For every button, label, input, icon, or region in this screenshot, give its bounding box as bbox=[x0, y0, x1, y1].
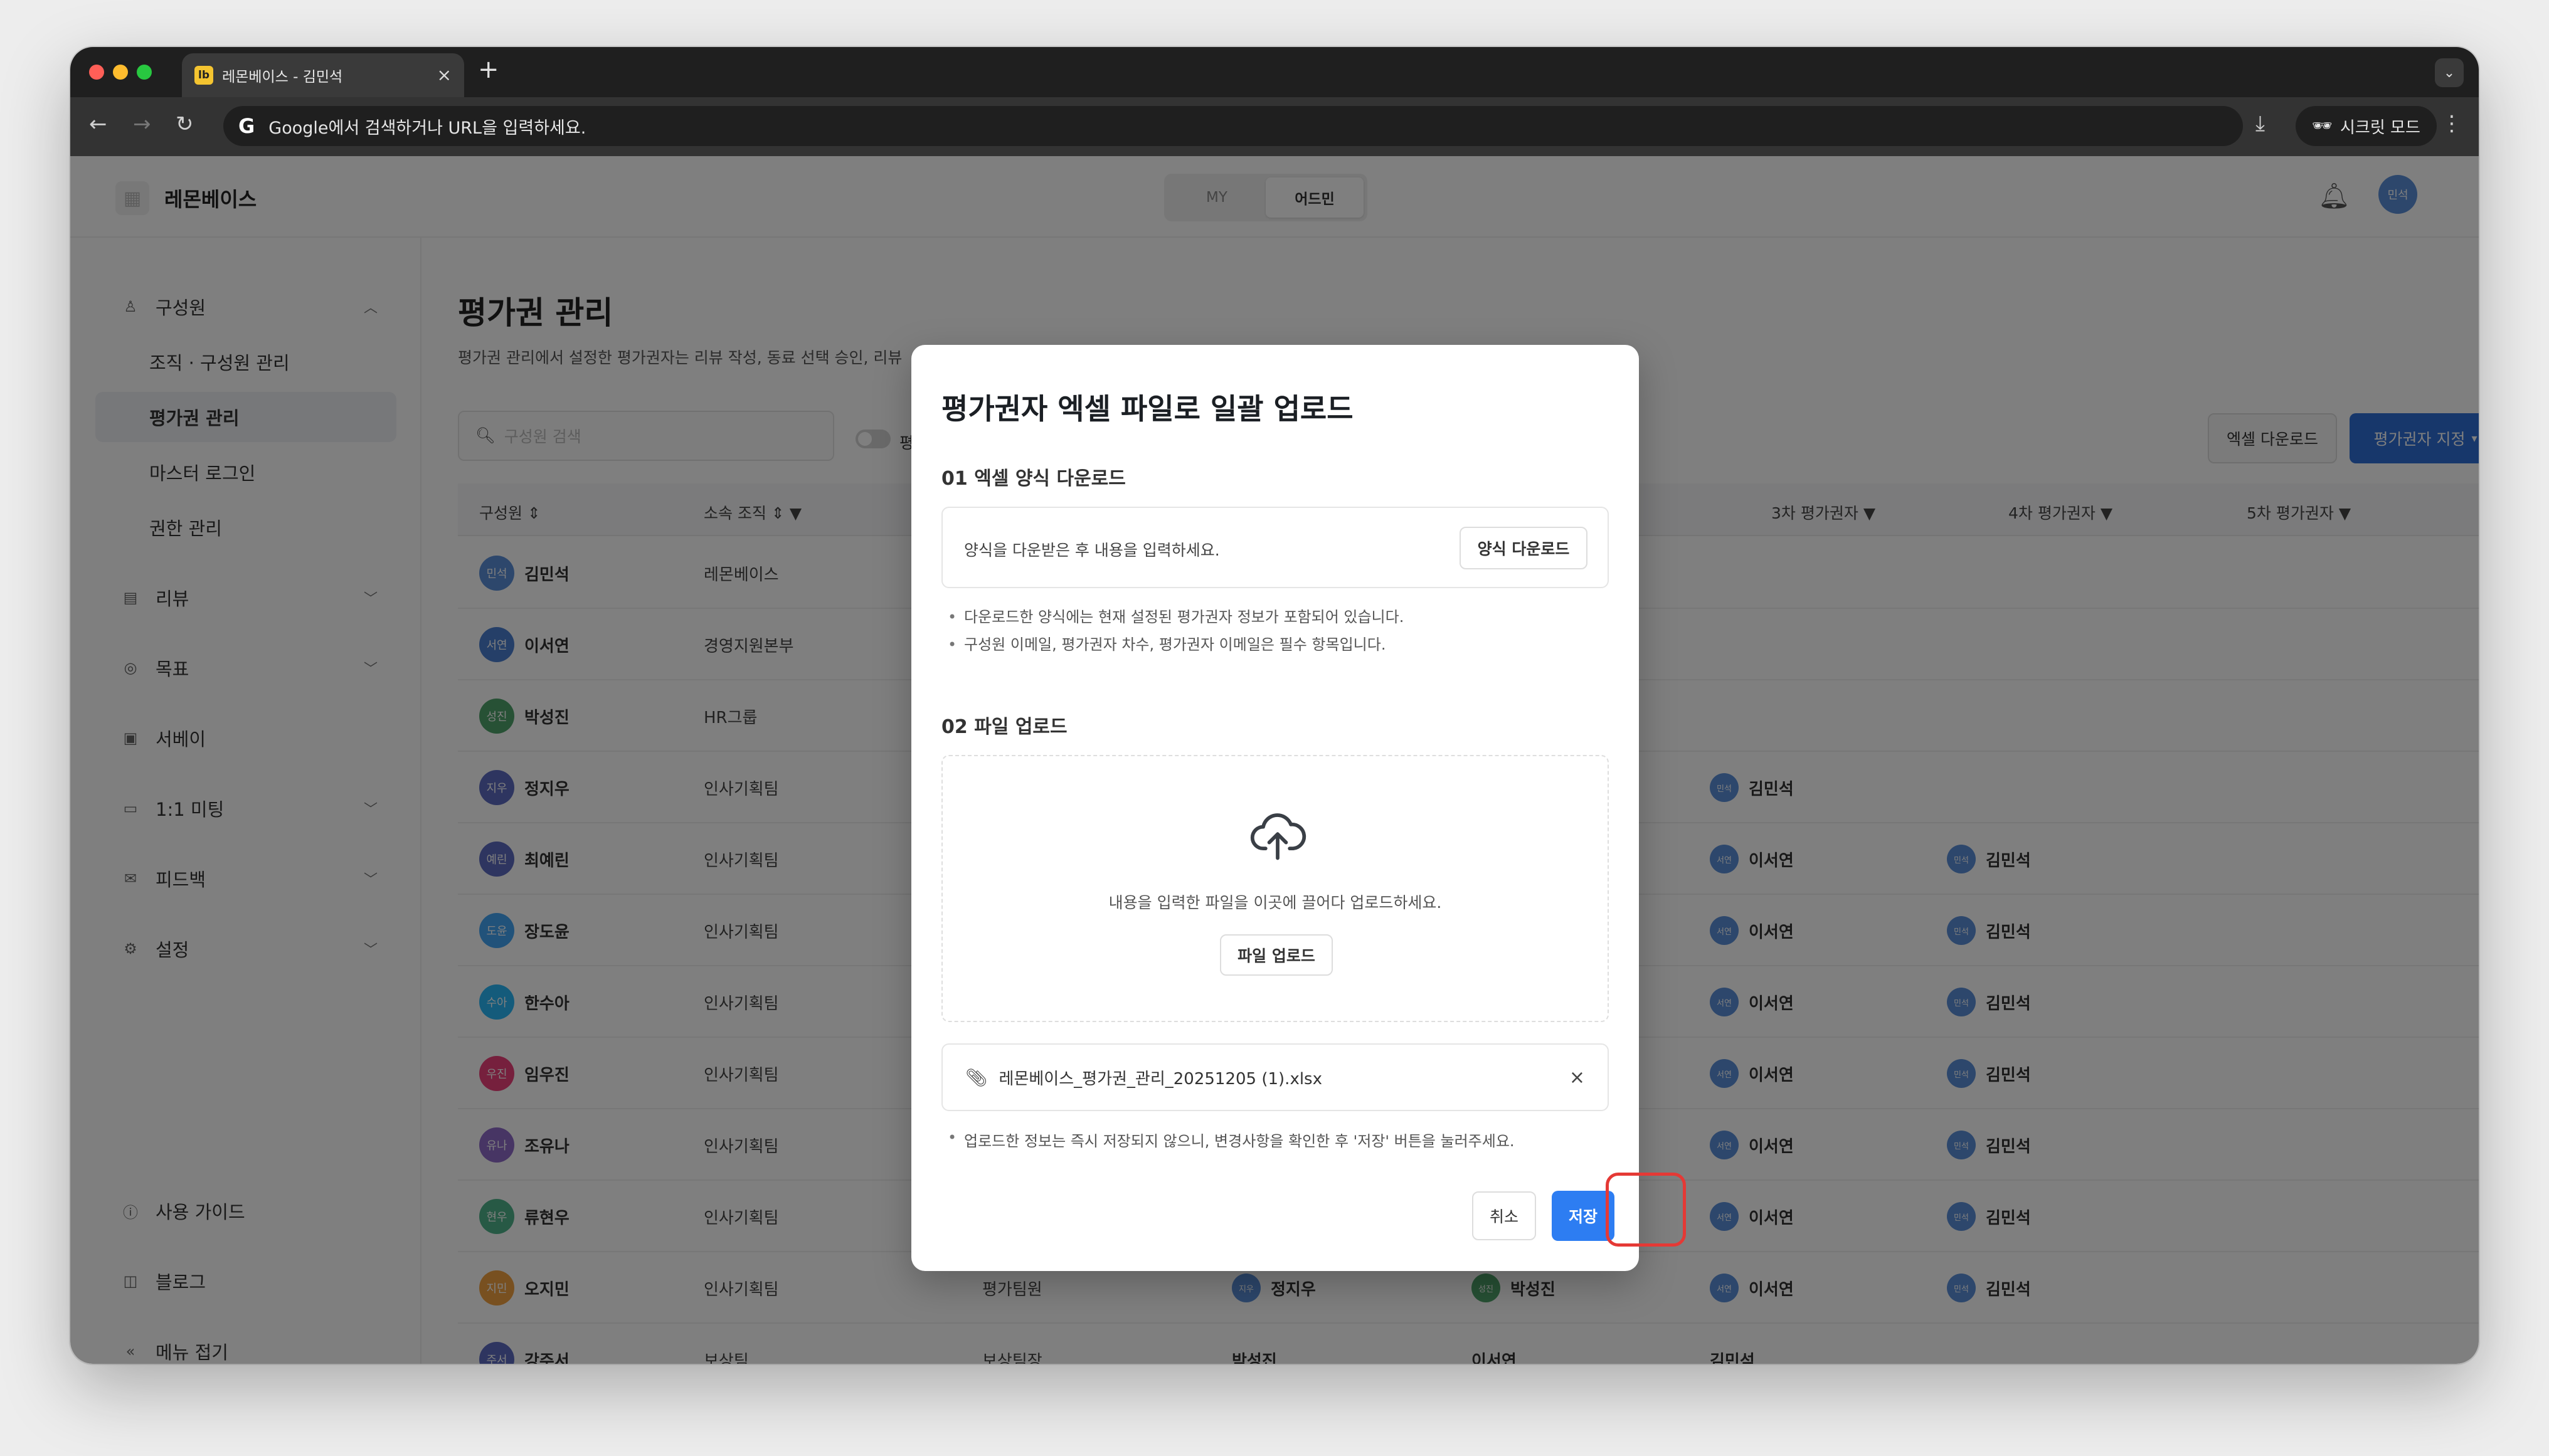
uploaded-file-name: 레몬베이스_평가권_관리_20251205 (1).xlsx bbox=[999, 1069, 1322, 1089]
cancel-button[interactable]: 취소 bbox=[1472, 1191, 1536, 1240]
template-download-box: 양식을 다운받은 후 내용을 입력하세요. 양식 다운로드 bbox=[941, 507, 1609, 588]
close-tab-icon[interactable]: × bbox=[437, 66, 452, 84]
step1-heading: 01 엑셀 양식 다운로드 bbox=[941, 468, 1126, 490]
drop-zone-text: 내용을 입력한 파일을 이곳에 끌어다 업로드하세요. bbox=[1108, 894, 1442, 912]
address-bar-text: Google에서 검색하거나 URL을 입력하세요. bbox=[268, 118, 586, 138]
back-icon[interactable]: ← bbox=[89, 113, 107, 135]
file-upload-button[interactable]: 파일 업로드 bbox=[1220, 934, 1333, 976]
step2-heading: 02 파일 업로드 bbox=[941, 716, 1068, 738]
favicon-icon: lb bbox=[194, 66, 213, 85]
template-note-1: 다운로드한 양식에는 현재 설정된 평가권자 정보가 포함되어 있습니다. bbox=[948, 603, 1404, 631]
browser-tabbar: lb 레몬베이스 - 김민석 × + ⌄ bbox=[70, 47, 2479, 97]
save-button[interactable]: 저장 bbox=[1552, 1191, 1614, 1241]
tab-search-icon[interactable]: ⌄ bbox=[2435, 58, 2464, 87]
window-controls bbox=[89, 65, 152, 80]
file-drop-zone[interactable]: 내용을 입력한 파일을 이곳에 끌어다 업로드하세요. 파일 업로드 bbox=[941, 755, 1609, 1022]
template-instruction: 양식을 다운받은 후 내용을 입력하세요. bbox=[964, 541, 1220, 559]
browser-menu-icon[interactable]: ⋮ bbox=[2441, 111, 2462, 136]
save-notice: 업로드한 정보는 즉시 저장되지 않으니, 변경사항을 확인한 후 '저장' 버… bbox=[948, 1129, 1515, 1151]
template-notes: 다운로드한 양식에는 현재 설정된 평가권자 정보가 포함되어 있습니다. 구성… bbox=[948, 603, 1404, 658]
remove-file-icon[interactable]: × bbox=[1569, 1067, 1585, 1089]
uploaded-file: 📎︎ 레몬베이스_평가권_관리_20251205 (1).xlsx × bbox=[941, 1043, 1609, 1111]
paperclip-icon: 📎︎ bbox=[965, 1067, 988, 1088]
new-tab-icon[interactable]: + bbox=[478, 57, 499, 82]
google-icon: G bbox=[238, 114, 255, 138]
minimize-window-button[interactable] bbox=[113, 65, 128, 80]
upload-modal: 평가권자 엑셀 파일로 일괄 업로드 01 엑셀 양식 다운로드 양식을 다운받… bbox=[911, 345, 1639, 1271]
incognito-icon: 🕶 bbox=[2312, 117, 2333, 135]
browser-window: lb 레몬베이스 - 김민석 × + ⌄ ← → ↻ G Google에서 검색… bbox=[70, 47, 2479, 1364]
template-note-2: 구성원 이메일, 평가권자 차수, 평가권자 이메일은 필수 항목입니다. bbox=[948, 631, 1404, 658]
maximize-window-button[interactable] bbox=[137, 65, 152, 80]
cloud-upload-icon bbox=[1250, 813, 1306, 860]
browser-toolbar: ← → ↻ G Google에서 검색하거나 URL을 입력하세요. ⤓ 🕶 시… bbox=[70, 97, 2479, 156]
tab-title: 레몬베이스 - 김민석 bbox=[222, 69, 343, 85]
save-button-highlight bbox=[1606, 1173, 1686, 1247]
app: ▦ 레몬베이스 MY 어드민 🔔︎ 민석 ♙ 구성원 ︿ 조직 · 구성원 관리… bbox=[70, 156, 2479, 1364]
modal-title: 평가권자 엑셀 파일로 일괄 업로드 bbox=[941, 392, 1354, 426]
address-bar[interactable]: G Google에서 검색하거나 URL을 입력하세요. bbox=[223, 106, 2243, 146]
incognito-button[interactable]: 🕶 시크릿 모드 bbox=[2296, 106, 2437, 146]
forward-icon[interactable]: → bbox=[133, 113, 151, 135]
close-window-button[interactable] bbox=[89, 65, 104, 80]
download-icon[interactable]: ⤓ bbox=[2255, 111, 2265, 136]
incognito-label: 시크릿 모드 bbox=[2340, 118, 2420, 137]
reload-icon[interactable]: ↻ bbox=[176, 113, 194, 135]
template-download-button[interactable]: 양식 다운로드 bbox=[1460, 527, 1587, 569]
browser-tab[interactable]: lb 레몬베이스 - 김민석 × bbox=[182, 53, 464, 97]
